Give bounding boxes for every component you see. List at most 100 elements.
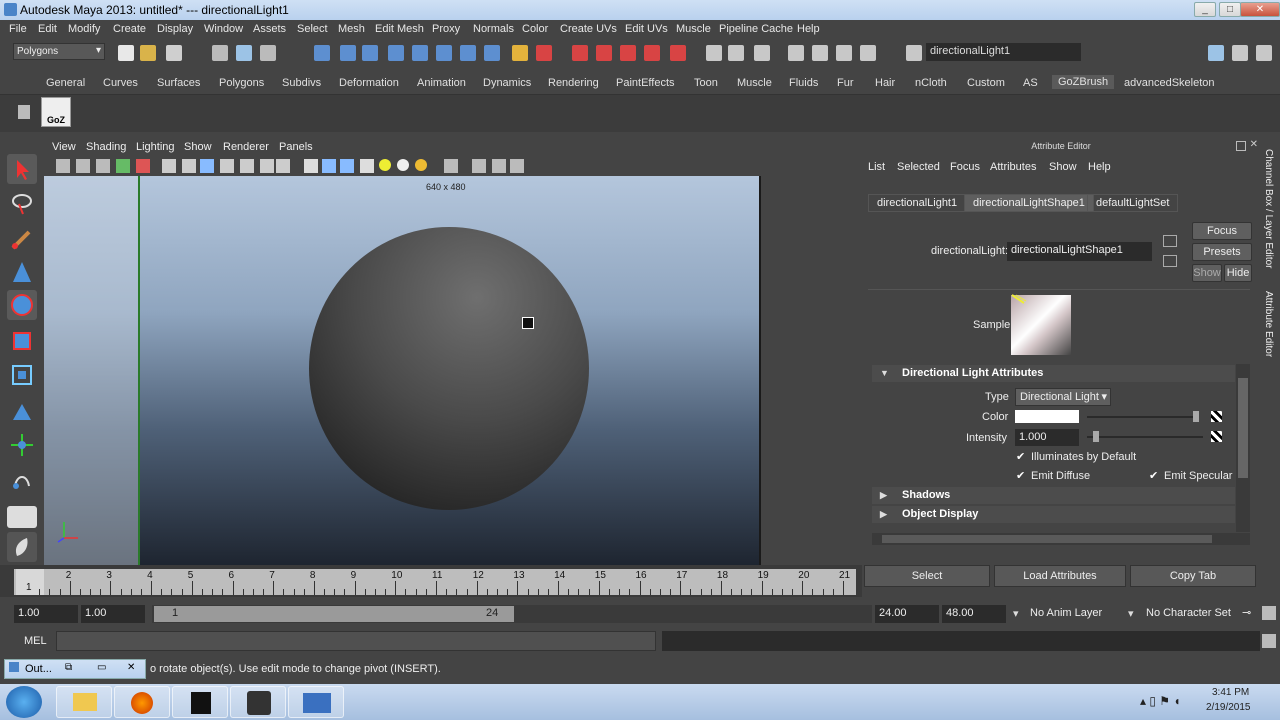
ae-tab-directionallight1[interactable]: directionalLight1	[868, 194, 967, 212]
shelf-tab-ncloth[interactable]: nCloth	[915, 77, 947, 89]
last-tool-icon[interactable]	[7, 464, 37, 494]
panel-menu-lighting[interactable]: Lighting	[136, 141, 175, 153]
2d-pan-zoom-icon[interactable]	[136, 159, 150, 173]
shelf-tab-fluids[interactable]: Fluids	[789, 77, 818, 89]
highlight-selection-icon[interactable]	[536, 45, 552, 61]
animation-preferences-icon[interactable]	[1262, 606, 1276, 620]
menu-modify[interactable]: Modify	[68, 23, 100, 35]
menu-edit-mesh[interactable]: Edit Mesh	[375, 23, 424, 35]
select-surfaces-icon[interactable]	[388, 45, 404, 61]
minimized-outliner-window[interactable]: Out... ⧉ ▭ ✕	[4, 659, 146, 679]
render-settings-icon[interactable]	[860, 45, 876, 61]
map-button-icon[interactable]	[1211, 411, 1222, 422]
menu-muscle[interactable]: Muscle	[676, 23, 711, 35]
ae-vertical-scrollbar[interactable]	[1236, 364, 1250, 532]
select-hierarchy-icon[interactable]	[212, 45, 228, 61]
intensity-field[interactable]: 1.000	[1015, 429, 1079, 446]
shelf-tab-fur[interactable]: Fur	[837, 77, 854, 89]
node-name-field[interactable]: directionalLightShape1	[1007, 242, 1152, 261]
shelf-tab-deformation[interactable]: Deformation	[339, 77, 399, 89]
select-dynamics-icon[interactable]	[436, 45, 452, 61]
restore-icon[interactable]: ⧉	[65, 662, 72, 673]
maximize-button[interactable]: □	[1219, 2, 1241, 17]
show-tool-settings-icon[interactable]	[1232, 45, 1248, 61]
grid-icon[interactable]	[162, 159, 176, 173]
animation-start-field[interactable]: 1.00	[14, 605, 78, 623]
shelf-tab-painteffects[interactable]: PaintEffects	[616, 77, 675, 89]
select-joints-icon[interactable]	[340, 45, 356, 61]
key-icon[interactable]: ⊸	[1242, 606, 1251, 619]
animation-end-field[interactable]: 48.00	[942, 605, 1006, 623]
panel-menu-shading[interactable]: Shading	[86, 141, 126, 153]
select-misc-icon[interactable]	[484, 45, 500, 61]
camera-select-icon[interactable]	[56, 159, 70, 173]
go-to-input-icon[interactable]	[1163, 235, 1177, 247]
snap-curve-icon[interactable]	[596, 45, 612, 61]
mel-label[interactable]: MEL	[24, 635, 47, 647]
ae-horizontal-scrollbar[interactable]	[872, 533, 1250, 545]
wireframe-icon[interactable]	[304, 159, 318, 173]
menu-mesh[interactable]: Mesh	[338, 23, 365, 35]
show-manipulator-icon[interactable]	[7, 430, 37, 460]
emit-diffuse-checkbox[interactable]: ✔	[1016, 471, 1027, 482]
select-handles-icon[interactable]	[314, 45, 330, 61]
minimize-button[interactable]: _	[1194, 2, 1216, 17]
paint-select-tool-icon[interactable]	[7, 224, 37, 254]
light-type-dropdown[interactable]: Directional Light ▾	[1015, 388, 1111, 406]
ae-menu-show[interactable]: Show	[1049, 161, 1077, 173]
scale-tool-icon[interactable]	[7, 326, 37, 356]
render-view-icon[interactable]	[788, 45, 804, 61]
gate-mask-icon[interactable]	[220, 159, 234, 173]
color-slider-handle[interactable]	[1193, 411, 1199, 422]
taskbar-firefox-icon[interactable]	[114, 686, 170, 718]
intensity-slider-track[interactable]	[1087, 436, 1203, 438]
intensity-map-button-icon[interactable]	[1211, 431, 1222, 442]
close-panel-icon[interactable]: ✕	[1250, 139, 1258, 150]
focus-button[interactable]: Focus	[1192, 222, 1252, 240]
shelf-tab-as[interactable]: AS	[1023, 77, 1038, 89]
shelf-tab-muscle[interactable]: Muscle	[737, 77, 772, 89]
new-scene-icon[interactable]	[118, 45, 134, 61]
isolate-select-icon[interactable]	[444, 159, 458, 173]
taskbar-zbrush-icon[interactable]	[172, 686, 228, 718]
channel-box-tab[interactable]: Channel Box / Layer Editor	[1263, 149, 1274, 269]
taskbar-maya-icon[interactable]	[230, 686, 286, 718]
goz-button[interactable]: GoZ	[41, 97, 71, 127]
menuset-dropdown[interactable]: Polygons ▾	[13, 43, 105, 60]
ae-menu-focus[interactable]: Focus	[950, 161, 980, 173]
ae-hscroll-thumb[interactable]	[882, 535, 1212, 543]
3d-viewport[interactable]: 640 x 480	[44, 176, 761, 565]
render-current-frame-icon[interactable]	[812, 45, 828, 61]
menu-assets[interactable]: Assets	[253, 23, 286, 35]
script-editor-icon[interactable]	[1262, 634, 1276, 648]
menu-pipeline-cache[interactable]: Pipeline Cache	[719, 23, 793, 35]
range-slider-handle[interactable]: 1 24	[154, 606, 514, 622]
input-ops-icon[interactable]	[706, 45, 722, 61]
shelf-tab-toon[interactable]: Toon	[694, 77, 718, 89]
select-object-icon[interactable]	[236, 45, 252, 61]
go-to-output-icon[interactable]	[1163, 255, 1177, 267]
share-icon[interactable]	[510, 159, 524, 173]
illuminates-checkbox[interactable]: ✔	[1016, 452, 1027, 463]
hide-button[interactable]: Hide	[1224, 264, 1252, 282]
camera-attributes-icon[interactable]	[76, 159, 90, 173]
load-attributes-button[interactable]: Load Attributes	[994, 565, 1126, 587]
select-curves-icon[interactable]	[362, 45, 378, 61]
shelf-tab-custom[interactable]: Custom	[967, 77, 1005, 89]
menu-proxy[interactable]: Proxy	[432, 23, 460, 35]
smooth-shade-icon[interactable]	[322, 159, 336, 173]
menu-file[interactable]: File	[9, 23, 27, 35]
select-tool-icon[interactable]	[7, 154, 37, 184]
rename-field-icon[interactable]	[906, 45, 922, 61]
object-display-header[interactable]: ▶ Object Display	[872, 506, 1235, 523]
playback-end-field[interactable]: 24.00	[875, 605, 939, 623]
show-attribute-editor-icon[interactable]	[1208, 45, 1224, 61]
bookmarks-icon[interactable]	[96, 159, 110, 173]
name-field[interactable]: directionalLight1	[926, 43, 1081, 61]
emit-specular-checkbox[interactable]: ✔	[1149, 471, 1160, 482]
snap-grid-icon[interactable]	[572, 45, 588, 61]
outliner-layout-icon[interactable]	[7, 532, 37, 562]
tray-icons[interactable]: ▴ ▯ ⚑ ◖	[1140, 694, 1181, 708]
chevron-down-icon[interactable]: ▾	[1013, 607, 1019, 620]
shelf-tab-polygons[interactable]: Polygons	[219, 77, 264, 89]
